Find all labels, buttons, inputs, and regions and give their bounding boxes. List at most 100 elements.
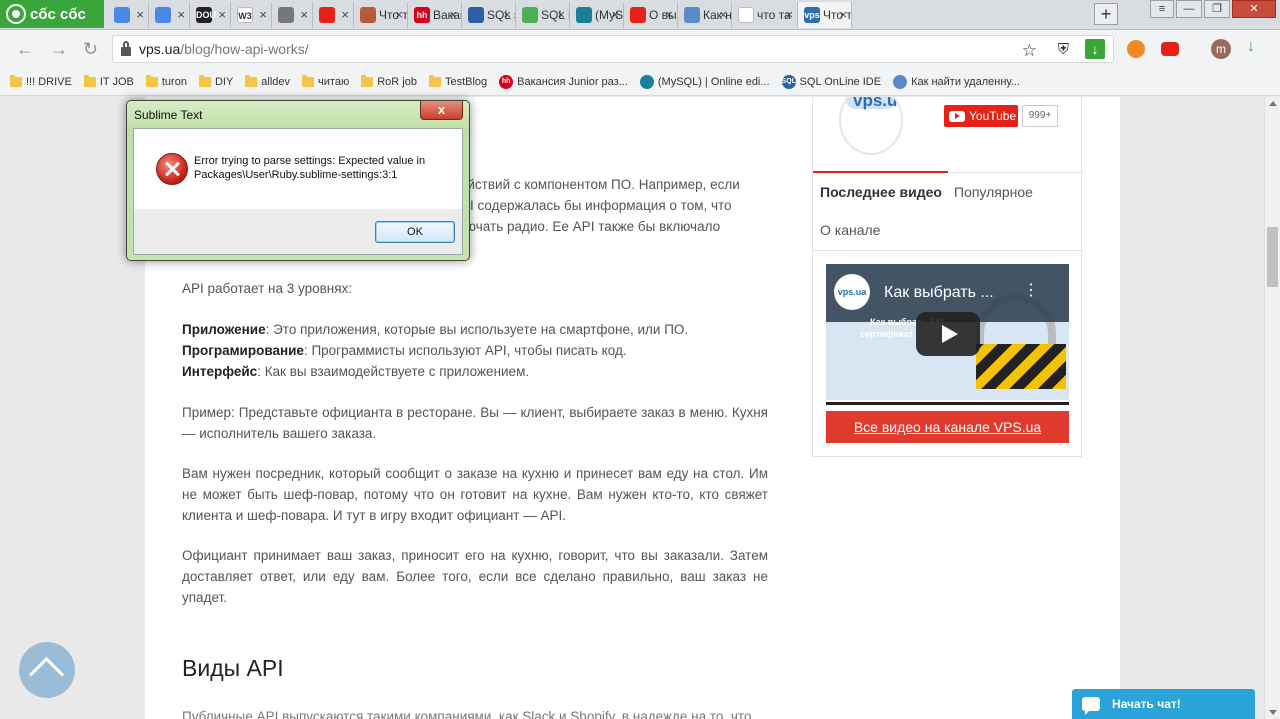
- browser-tab[interactable]: ×: [313, 2, 354, 28]
- lock-icon[interactable]: [121, 40, 131, 56]
- browser-tab[interactable]: ×: [149, 2, 190, 28]
- browser-tab[interactable]: что та ×: [732, 2, 798, 28]
- tab-close-icon[interactable]: ×: [611, 7, 619, 22]
- bookmark-folder[interactable]: читаю: [302, 74, 349, 88]
- tab-about-channel[interactable]: О канале: [820, 222, 880, 238]
- download-icon[interactable]: ↓: [1085, 39, 1105, 59]
- coccoc-menu-button[interactable]: cốc cốc: [0, 0, 104, 28]
- example-paragraph: Пример: Представьте официанта в ресторан…: [182, 405, 768, 441]
- tab-title: (MySC: [595, 8, 623, 22]
- bookmark-folder[interactable]: alldev: [245, 74, 290, 88]
- brand-name: cốc cốc: [30, 5, 86, 23]
- tab-close-icon[interactable]: ×: [557, 7, 565, 22]
- article-line: действий с компонентом ПО. Например, есл…: [452, 177, 740, 192]
- bookmark-folder[interactable]: DIY: [198, 74, 233, 88]
- tab-close-icon[interactable]: ×: [839, 7, 847, 22]
- extension-icon[interactable]: [1127, 40, 1145, 58]
- tab-close-icon[interactable]: ×: [177, 7, 185, 22]
- scroll-down-icon[interactable]: [1269, 710, 1277, 715]
- browser-tab[interactable]: Что т ×: [354, 2, 408, 28]
- puzzle-icon: [684, 7, 700, 23]
- tab-title: Вакан: [433, 8, 461, 22]
- profile-avatar[interactable]: m: [1211, 39, 1231, 59]
- new-tab-button[interactable]: +: [1094, 3, 1118, 25]
- browser-tab[interactable]: Как н ×: [678, 2, 732, 28]
- video-title[interactable]: Как выбрать ...: [884, 284, 994, 302]
- browser-tab[interactable]: SQL F×: [516, 2, 570, 28]
- tab-divider-bottom: [813, 250, 1083, 251]
- tab-popular[interactable]: Популярное: [954, 184, 1033, 200]
- video-player[interactable]: vps.ua Как выбрать ... ⋮ Как выбрать SSL…: [826, 264, 1069, 400]
- bookmark-folder[interactable]: !!! DRIVE: [10, 74, 72, 88]
- all-videos-button[interactable]: Все видео на канале VPS.ua: [826, 411, 1069, 443]
- scroll-up-icon[interactable]: [1269, 101, 1277, 106]
- reload-icon[interactable]: ↻: [83, 39, 98, 60]
- scroll-thumb[interactable]: [1267, 227, 1278, 287]
- download-arrow-icon[interactable]: ↓: [1247, 38, 1265, 56]
- bookmark-folder[interactable]: turon: [145, 74, 187, 88]
- level-term: Програмирование: [182, 343, 304, 358]
- tab-close-icon[interactable]: ×: [449, 7, 457, 22]
- browser-tab[interactable]: ×: [272, 2, 313, 28]
- tab-close-icon[interactable]: ×: [719, 7, 727, 22]
- maximize-button[interactable]: ❐: [1204, 0, 1230, 18]
- tab-close-icon[interactable]: ×: [395, 7, 403, 22]
- address-bar[interactable]: vps.ua/blog/how-api-works/ ☆ ⛨ ↓: [112, 35, 1114, 63]
- browser-tab[interactable]: SQL э×: [462, 2, 516, 28]
- tab-close-icon[interactable]: ×: [218, 7, 226, 22]
- tab-close-icon[interactable]: ×: [136, 7, 144, 22]
- bookmark-link[interactable]: (MySQL) | Online edi...: [639, 74, 770, 89]
- browser-tab[interactable]: DOU ×: [190, 2, 231, 28]
- dialog-close-button[interactable]: x: [420, 101, 463, 120]
- youtube-extension-icon[interactable]: [1161, 42, 1179, 56]
- avatar-icon: [360, 7, 376, 23]
- level-term: Интерфейс: [182, 364, 258, 379]
- close-window-button[interactable]: ✕: [1232, 0, 1276, 18]
- browser-tab[interactable]: (MySC×: [570, 2, 624, 28]
- tab-latest-video[interactable]: Последнее видео: [820, 184, 942, 200]
- bookmark-label: (MySQL) | Online edi...: [657, 75, 770, 88]
- shield-icon[interactable]: ⛨: [1058, 41, 1069, 58]
- browser-tab[interactable]: ×: [108, 2, 149, 28]
- article-line: API содержалась бы информация о том, что: [452, 198, 732, 213]
- bookmark-folder[interactable]: IT JOB: [83, 74, 134, 88]
- levels-list: Приложение: Это приложения, которые вы и…: [182, 319, 768, 382]
- level-text: : Это приложения, которые вы используете…: [265, 322, 689, 337]
- folder-icon: [10, 74, 22, 87]
- tab-close-icon[interactable]: ×: [665, 7, 673, 22]
- bookmark-label: Вакансия Junior раз...: [517, 75, 628, 88]
- browser-tab[interactable]: О выг ×: [624, 2, 678, 28]
- browser-tab[interactable]: hhВакан×: [408, 2, 462, 28]
- dou-icon: DOU: [196, 7, 216, 23]
- bookmark-link[interactable]: SQL SQL OnLine IDE: [781, 74, 881, 89]
- browser-menu-button[interactable]: ≡: [1150, 0, 1174, 18]
- start-chat-button[interactable]: Начать чат!: [1072, 689, 1255, 719]
- page-scrollbar[interactable]: [1264, 97, 1280, 719]
- ok-button[interactable]: OK: [375, 221, 455, 243]
- play-icon[interactable]: [916, 312, 980, 356]
- more-vert-icon[interactable]: ⋮: [1023, 280, 1039, 300]
- tab-close-icon[interactable]: ×: [785, 7, 793, 22]
- browser-tab[interactable]: W3 ×: [231, 2, 272, 28]
- browser-tab[interactable]: vps Что т ×: [798, 2, 852, 28]
- bookmark-link[interactable]: hh Вакансия Junior раз...: [499, 74, 628, 89]
- tab-strip: cốc cốc ××DOU×W3×××Что т×hhВакан×SQL э×S…: [0, 0, 1280, 30]
- vps-logo[interactable]: vps.ua: [839, 97, 903, 155]
- bookmark-link[interactable]: Как найти удаленну...: [893, 74, 1020, 89]
- tab-close-icon[interactable]: ×: [341, 7, 349, 22]
- youtube-subscribe-button[interactable]: YouTube: [944, 105, 1018, 127]
- bookmark-star-icon[interactable]: ☆: [1022, 41, 1037, 61]
- tab-close-icon[interactable]: ×: [259, 7, 267, 22]
- back-arrow-icon[interactable]: ←: [16, 39, 34, 60]
- bookmark-folder[interactable]: TestBlog: [428, 74, 487, 88]
- bookmark-folder[interactable]: RoR job: [361, 74, 417, 88]
- tab-close-icon[interactable]: ×: [300, 7, 308, 22]
- scroll-to-top-button[interactable]: [19, 642, 75, 698]
- forward-arrow-icon[interactable]: →: [50, 39, 68, 60]
- minimize-button[interactable]: —: [1176, 0, 1202, 18]
- tab-close-icon[interactable]: ×: [503, 7, 511, 22]
- video-channel-logo[interactable]: vps.ua: [834, 274, 870, 310]
- tab-divider: [813, 171, 1083, 173]
- subscriber-count: 999+: [1022, 105, 1058, 127]
- bookmarks-bar: !!! DRIVE IT JOB turon DIY alldev читаю RoR jo…: [0, 68, 1280, 96]
